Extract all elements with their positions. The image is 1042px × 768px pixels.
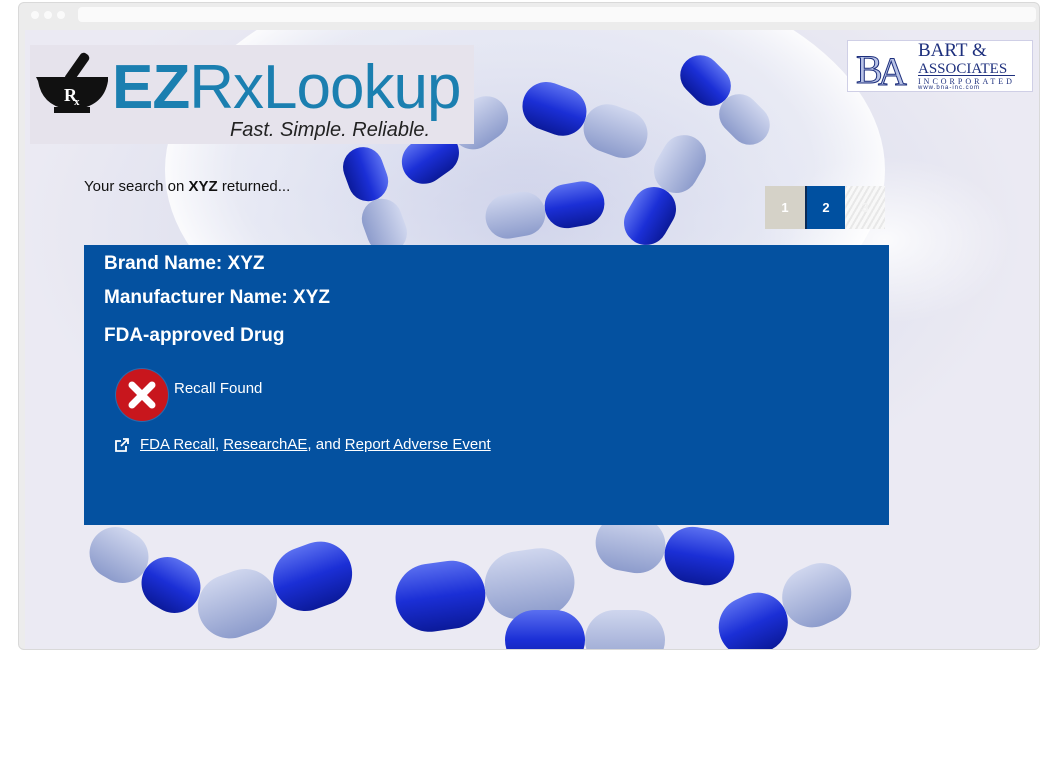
search-summary: Your search on XYZ returned... <box>84 178 290 195</box>
svg-text:x: x <box>74 96 80 108</box>
search-prefix: Your search on <box>84 178 185 195</box>
result-pager: 1 2 3 <box>765 186 885 229</box>
browser-chrome <box>19 3 1039 27</box>
logo-wordmark: EZRxLookup <box>112 53 461 123</box>
window-dot[interactable] <box>44 11 52 19</box>
page-button-2[interactable]: 2 <box>805 186 845 229</box>
page-viewport: R x EZRxLookup Fast. Simple. Reliable. B… <box>25 30 1039 649</box>
logo-rx: Rx <box>189 53 264 122</box>
logo-lookup: Lookup <box>263 53 461 122</box>
brand-name: Brand Name: XYZ <box>104 253 265 274</box>
external-link-icon <box>115 437 129 452</box>
logo-ez: EZ <box>112 53 190 122</box>
window-controls <box>31 11 65 19</box>
report-adverse-event-link[interactable]: Report Adverse Event <box>345 436 491 453</box>
svg-text:A: A <box>878 49 907 91</box>
link-separator: , <box>215 436 220 453</box>
recall-status: Recall Found <box>174 380 263 397</box>
bart-name: BART & ASSOCIATES <box>918 40 1007 78</box>
address-bar[interactable] <box>78 7 1036 22</box>
fda-approval-status: FDA-approved Drug <box>104 325 285 346</box>
window-dot[interactable] <box>57 11 65 19</box>
recall-x-icon <box>115 368 169 422</box>
manufacturer-name: Manufacturer Name: XYZ <box>104 287 330 308</box>
ba-monogram-icon: B A <box>850 43 916 91</box>
bart-associates-logo[interactable]: B A BART & ASSOCIATES INCORPORATED www.b… <box>847 40 1033 92</box>
mortar-pestle-icon: R x <box>36 52 108 113</box>
logo-tagline: Fast. Simple. Reliable. <box>230 119 431 141</box>
bart-website: www.bna-inc.com <box>918 85 981 91</box>
browser-window: R x EZRxLookup Fast. Simple. Reliable. B… <box>18 2 1040 650</box>
window-dot[interactable] <box>31 11 39 19</box>
result-panel: Brand Name: XYZ Manufacturer Name: XYZ F… <box>84 245 889 525</box>
bart-name-line1: BART & <box>918 40 987 61</box>
page-button-3[interactable]: 3 <box>845 186 885 229</box>
link-separator: , and <box>307 436 341 453</box>
recall-links: FDA Recall , ResearchAE , and Report Adv… <box>114 436 491 453</box>
fda-recall-link[interactable]: FDA Recall <box>140 436 215 453</box>
ezrxlookup-logo[interactable]: R x EZRxLookup Fast. Simple. Reliable. <box>30 45 474 144</box>
search-term: XYZ <box>188 178 218 195</box>
researchae-link[interactable]: ResearchAE <box>223 436 307 453</box>
page-button-1[interactable]: 1 <box>765 186 805 229</box>
search-suffix: returned... <box>221 178 291 195</box>
